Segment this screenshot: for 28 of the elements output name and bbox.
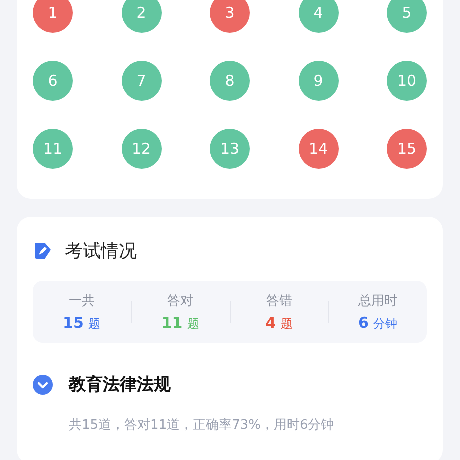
question-number[interactable]: 4 xyxy=(298,0,338,33)
stat-label: 答错 xyxy=(266,292,292,310)
stat-label: 答对 xyxy=(168,292,194,310)
question-number[interactable]: 6 xyxy=(33,61,73,101)
question-number[interactable]: 15 xyxy=(387,129,427,169)
question-number[interactable]: 13 xyxy=(210,129,250,169)
question-number[interactable]: 7 xyxy=(122,61,162,101)
question-number[interactable]: 11 xyxy=(33,129,73,169)
section-title: 考试情况 xyxy=(65,240,137,263)
question-number[interactable]: 14 xyxy=(298,129,338,169)
stat-value: 15 题 xyxy=(63,314,101,332)
question-number[interactable]: 2 xyxy=(122,0,162,33)
category-title: 教育法律法规 xyxy=(69,374,171,396)
pen-icon xyxy=(33,241,53,261)
chevron-down-icon[interactable] xyxy=(33,374,53,394)
stat-label: 总用时 xyxy=(358,292,398,310)
stat-value: 11 题 xyxy=(162,314,200,332)
question-number[interactable]: 3 xyxy=(210,0,250,33)
category-detail: 共15道，答对11道，正确率73%，用时6分钟 xyxy=(69,417,336,434)
question-number[interactable]: 12 xyxy=(122,129,162,169)
stat-value: 4 题 xyxy=(266,314,293,332)
question-number[interactable]: 1 xyxy=(33,0,73,33)
stat-label: 一共 xyxy=(68,292,95,310)
question-number[interactable]: 5 xyxy=(387,0,427,33)
question-number[interactable]: 9 xyxy=(298,61,338,101)
question-number[interactable]: 8 xyxy=(210,61,250,101)
question-number[interactable]: 10 xyxy=(387,61,427,101)
stat-value: 6 分钟 xyxy=(358,314,398,332)
